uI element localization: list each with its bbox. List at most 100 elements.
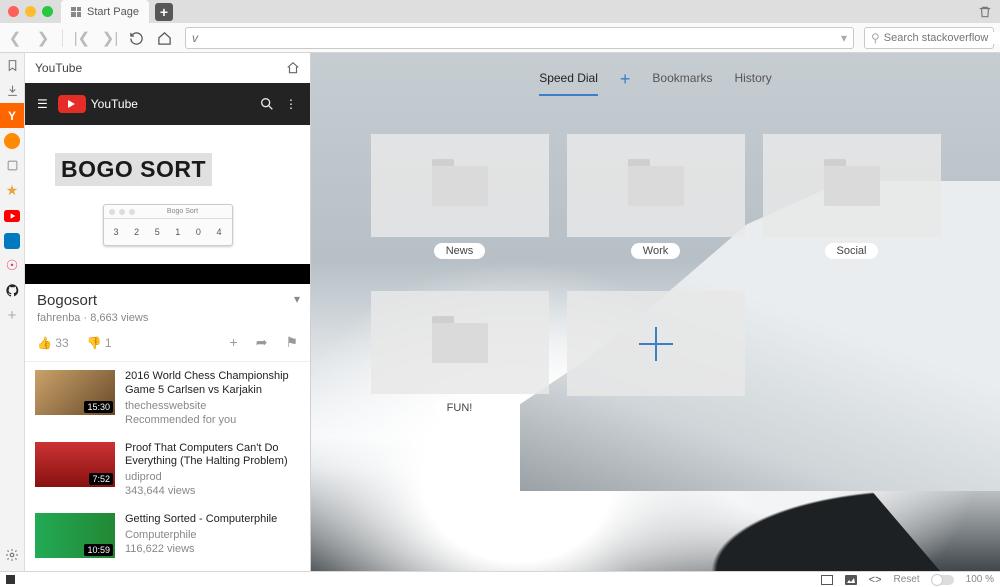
dot-icon [4,233,20,249]
add-speed-dial-group-icon[interactable]: + [620,71,631,96]
tab-bookmarks[interactable]: Bookmarks [652,71,712,96]
add-to-icon[interactable]: + [230,334,238,351]
window-maximize-button[interactable] [42,6,53,17]
recommended-list: 15:30 2016 World Chess Championship Game… [25,362,310,571]
bookmarks-panel-icon[interactable] [0,53,24,78]
video-author[interactable]: fahrenba [37,312,80,324]
bookmark-page-icon[interactable]: ▾ [841,31,847,45]
panel-home-icon[interactable] [286,61,300,75]
notes-panel-icon[interactable] [0,153,24,178]
image-toggle-icon[interactable] [845,575,857,585]
window-controls [0,0,61,23]
search-icon: ⚲ [871,31,880,45]
add-speed-dial-button[interactable] [567,291,745,416]
search-field[interactable]: ⚲ ▾ [864,27,994,49]
share-icon[interactable]: ➦ [256,334,268,351]
search-input[interactable] [884,32,1000,44]
video-overlay-title: BOGO SORT [55,153,212,186]
recommended-item[interactable]: 7:52 Proof That Computers Can't Do Every… [25,434,310,506]
tab-history[interactable]: History [734,71,771,96]
tiling-icon[interactable] [821,575,833,585]
recommended-item[interactable]: 15:30 2016 World Chess Championship Game… [25,362,310,434]
speed-dial-icon [71,7,81,17]
reco-title: Proof That Computers Can't Do Everything… [125,442,300,470]
dislike-button[interactable]: 👎 1 [87,336,112,350]
folder-icon [432,166,488,206]
github-panel-icon[interactable] [0,278,24,303]
num: 2 [134,227,139,237]
expand-description-icon[interactable]: ▾ [294,292,300,306]
duration-badge: 15:30 [84,401,113,413]
video-mini-window: Bogo Sort 3 2 5 1 0 4 [103,204,233,246]
panel-toggle-icon[interactable] [6,575,15,584]
reco-channel: Computerphile [125,529,300,541]
dot-icon [4,133,20,149]
youtube-panel-icon[interactable] [0,203,24,228]
youtube-logo[interactable]: YouTube [58,95,138,113]
folder-icon [432,323,488,363]
dial-label: FUN! [435,400,485,416]
page-actions-icon[interactable]: <> [869,574,882,586]
window-minimize-button[interactable] [25,6,36,17]
reco-channel: thechesswebsite [125,400,300,412]
flag-icon[interactable]: ⚑ [285,334,298,351]
navigation-toolbar: ❮ ❯ |❮ ❯| ▾ ⚲ ▾ [0,23,1000,53]
rewind-button[interactable]: |❮ [73,29,91,47]
num: 3 [114,227,119,237]
zoom-slider[interactable] [932,575,954,585]
reco-title: Getting Sorted - Computerphile [125,513,300,527]
speed-dial-folder[interactable]: FUN! [371,291,549,416]
reco-meta: 343,644 views [125,485,300,497]
num: 5 [155,227,160,237]
speed-dial-folder[interactable]: News [371,134,549,259]
speed-dial-folder[interactable]: Work [567,134,745,259]
youtube-logo-text: YouTube [91,97,138,111]
num: 4 [216,227,221,237]
trello-panel-icon[interactable] [0,228,24,253]
speed-dial-area: Speed Dial + Bookmarks History News Work… [311,53,1000,571]
start-page-tabs: Speed Dial + Bookmarks History [311,53,1000,106]
reload-button[interactable] [129,31,147,46]
dial-label: Social [825,243,879,259]
downloads-panel-icon[interactable] [0,78,24,103]
speed-dial-folder[interactable]: Social [763,134,941,259]
youtube-menu-icon[interactable]: ☰ [37,97,48,111]
web-panel-icon[interactable]: ★ [0,178,24,203]
speed-dial-grid: News Work Social FUN! [311,134,1000,416]
duration-badge: 7:52 [89,473,113,485]
web-panel-icon-2[interactable]: ☉ [0,253,24,278]
video-title: Bogosort [37,292,298,309]
closed-tabs-trash-button[interactable] [978,0,992,23]
reco-meta: Recommended for you [125,414,300,426]
hacker-news-panel-icon[interactable]: Y [0,103,24,128]
extension-panel-icon[interactable] [0,128,24,153]
zoom-level: 100 % [966,574,994,585]
separator [62,29,63,47]
workspace: Y ★ ☉ + YouTube ☰ YouTube [0,53,1000,571]
tab-title: Start Page [87,6,139,18]
address-input[interactable] [192,31,835,45]
zoom-reset-button[interactable]: Reset [894,574,920,585]
reco-channel: udiprod [125,471,300,483]
video-views: 8,663 views [90,312,148,324]
add-web-panel-button[interactable]: + [0,303,24,328]
address-bar[interactable]: ▾ [185,27,854,49]
window-close-button[interactable] [8,6,19,17]
like-button[interactable]: 👍 33 [37,336,69,350]
new-tab-button[interactable]: + [155,3,173,21]
nav-forward-button[interactable]: ❯ [34,29,52,47]
dial-label: News [434,243,486,259]
panel-title: YouTube [35,61,82,75]
duration-badge: 10:59 [84,544,113,556]
youtube-more-icon[interactable]: ⋮ [285,97,298,111]
num: 0 [196,227,201,237]
home-button[interactable] [157,31,175,46]
tab-speed-dial[interactable]: Speed Dial [539,71,598,96]
nav-back-button[interactable]: ❮ [6,29,24,47]
active-tab[interactable]: Start Page [61,0,149,23]
panel-header: YouTube [25,53,310,83]
youtube-search-icon[interactable] [259,96,275,112]
fast-forward-button[interactable]: ❯| [101,29,119,47]
num: 1 [175,227,180,237]
folder-icon [628,166,684,206]
